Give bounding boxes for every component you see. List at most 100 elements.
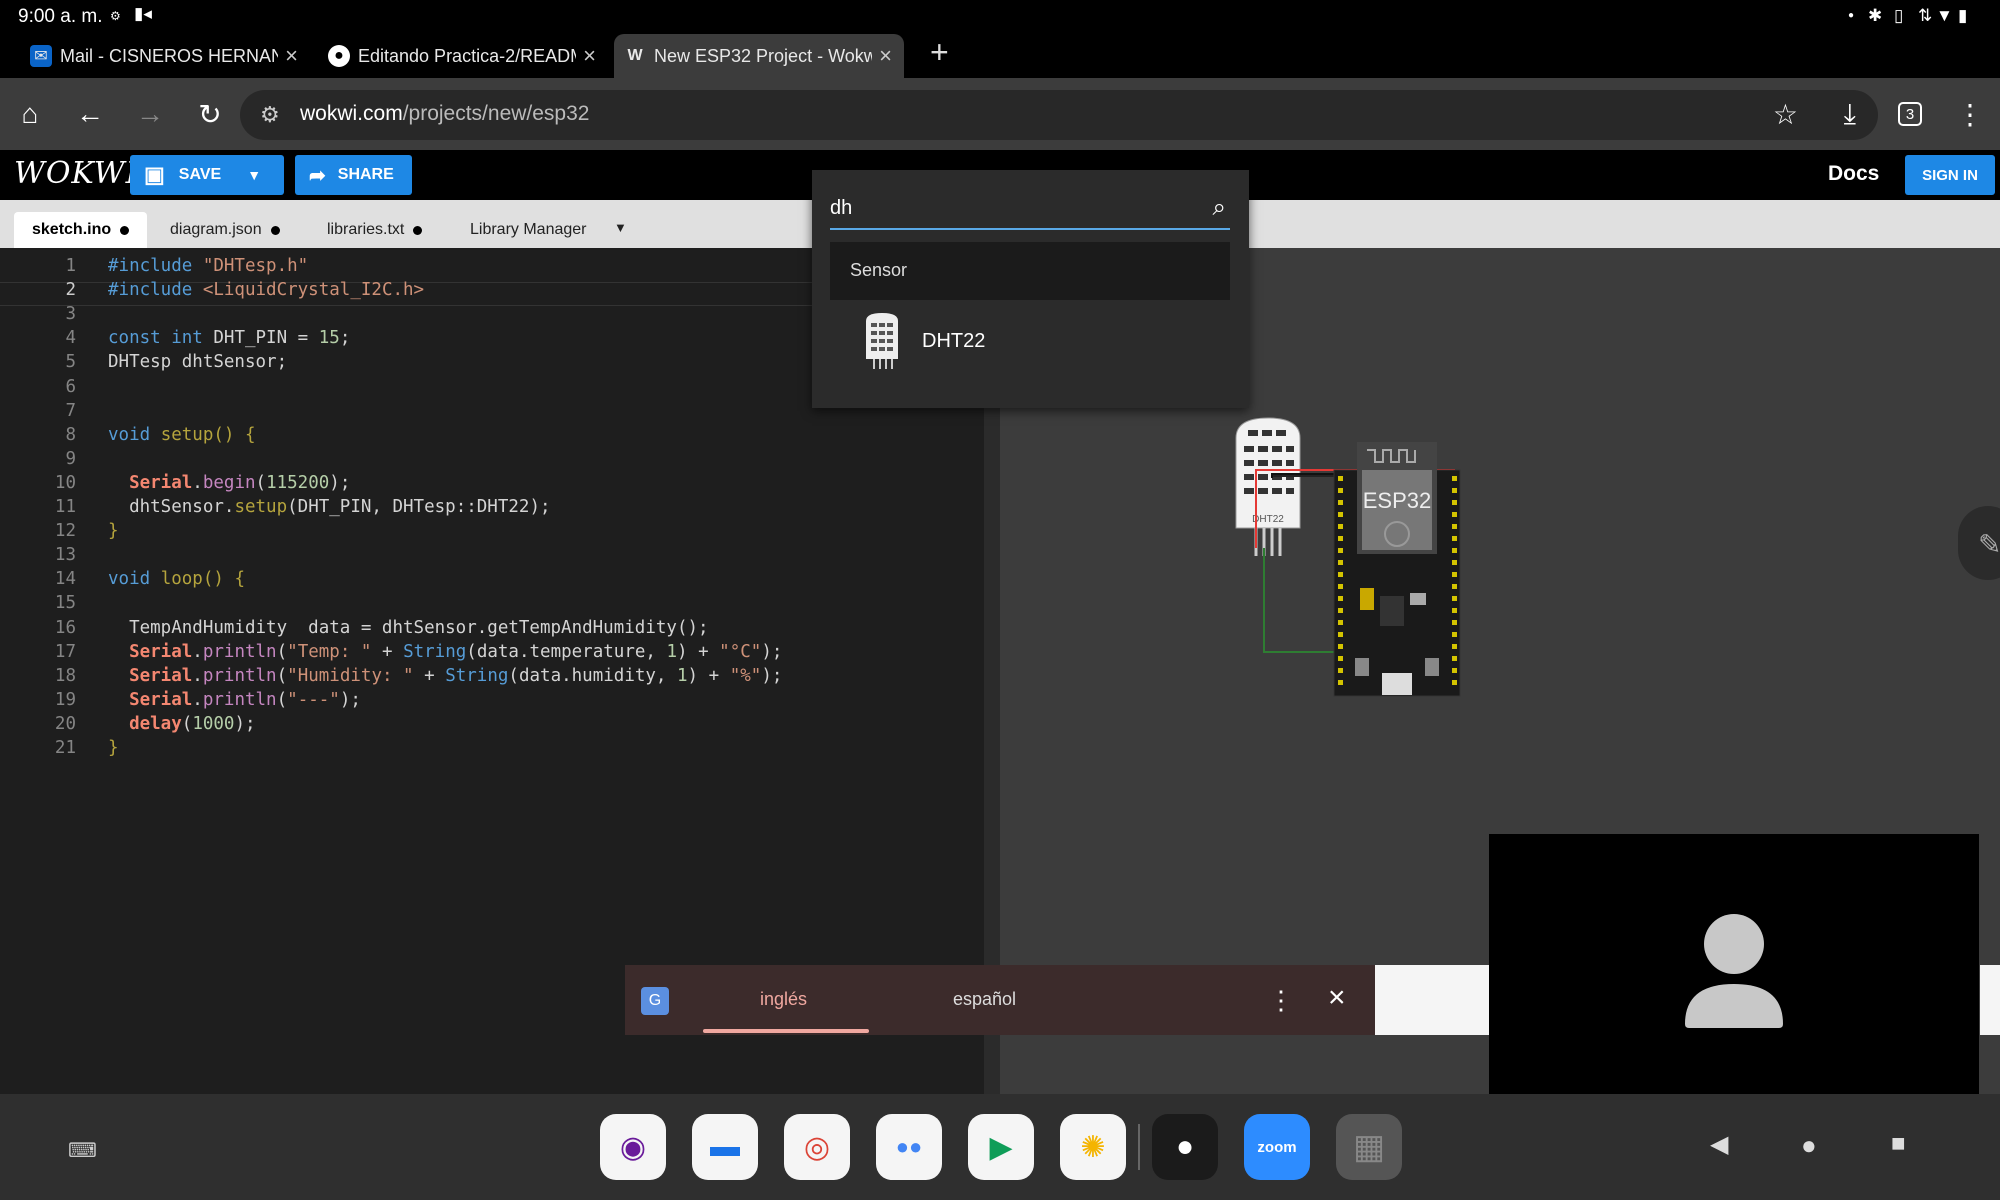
code-line[interactable]: 14 void loop() {	[0, 569, 984, 593]
line-number: 3	[65, 304, 76, 325]
save-button[interactable]: ▣ SAVE ▼	[130, 155, 284, 195]
close-icon[interactable]: ×	[879, 43, 892, 69]
nav-back-icon[interactable]: ◀	[1710, 1130, 1728, 1159]
url-text[interactable]: wokwi.com/projects/new/esp32	[300, 102, 589, 126]
app-drawer-icon[interactable]: ▦	[1336, 1114, 1402, 1180]
unsaved-dot	[270, 225, 280, 235]
code-text: const int DHT_PIN = 15;	[108, 328, 351, 349]
edit-pencil-icon[interactable]: ✎	[1958, 506, 2000, 580]
outlook-icon: ✉	[30, 45, 52, 67]
status-time: 9:00 a. m.	[18, 6, 103, 27]
active-lang-indicator	[703, 1029, 869, 1033]
share-button[interactable]: ➦ SHARE	[295, 155, 412, 195]
chrome-icon[interactable]: ◎	[784, 1114, 850, 1180]
code-line[interactable]: 18 Serial.println("Humidity: " + String(…	[0, 666, 984, 690]
dht22-sensor[interactable]: DHT22	[1235, 417, 1301, 556]
code-line[interactable]: 21}	[0, 738, 984, 762]
code-text: delay(1000);	[129, 713, 256, 734]
tab-sketch[interactable]: sketch.ino	[14, 212, 148, 248]
tab-mail[interactable]: ✉ Mail - CISNEROS HERNANDEZ ×	[20, 34, 310, 78]
code-line[interactable]: 17 Serial.println("Temp: " + String(data…	[0, 642, 984, 666]
browser-toolbar: ⌂ ← → ↻ ⚙ wokwi.com/projects/new/esp32 ☆…	[0, 78, 2000, 150]
wokwi-logo[interactable]: WOKWI	[14, 156, 138, 191]
code-text: DHTesp dhtSensor;	[108, 352, 288, 373]
forward-icon[interactable]: →	[132, 96, 168, 132]
video-camera-icon: ▮◂	[134, 4, 152, 23]
code-line[interactable]: 8 void setup() {	[0, 425, 984, 449]
more-options-icon[interactable]: ⋮	[1268, 985, 1294, 1016]
esp32-board[interactable]: ESP32	[1333, 442, 1461, 697]
photos-icon[interactable]: ✺	[1060, 1114, 1126, 1180]
code-line[interactable]: 15	[0, 593, 984, 617]
url-host: wokwi.com	[300, 102, 403, 125]
code-text: void loop() {	[108, 569, 245, 590]
tab-github[interactable]: ● Editando Practica-2/README ×	[318, 34, 608, 78]
messages-icon[interactable]: ▬	[692, 1114, 758, 1180]
unsaved-dot	[413, 225, 423, 235]
code-line[interactable]: 12}	[0, 521, 984, 545]
bluetooth-icon: ✱	[1868, 6, 1883, 25]
tab-label: sketch.ino	[32, 221, 112, 238]
tab-switcher-button[interactable]: 3	[1892, 96, 1928, 132]
unsaved-dot	[120, 225, 130, 235]
chevron-down-icon[interactable]: ▼	[247, 167, 261, 183]
line-number: 20	[54, 713, 76, 734]
tab-libraries[interactable]: libraries.txt	[309, 212, 440, 248]
code-line[interactable]: 16 TempAndHumidity data = dhtSensor.getT…	[0, 618, 984, 642]
code-text: Serial.begin(115200);	[129, 472, 351, 493]
docs-link[interactable]: Docs	[1828, 162, 1879, 186]
zoom-icon[interactable]: zoom	[1244, 1114, 1310, 1180]
line-number: 9	[65, 448, 76, 469]
code-text: }	[108, 738, 119, 758]
line-number: 19	[54, 689, 76, 710]
code-line[interactable]: 20 delay(1000);	[0, 714, 984, 738]
bookmark-star-icon[interactable]: ☆	[1773, 98, 1798, 131]
notification-dot-icon: ⚙	[110, 9, 121, 23]
dht22-icon	[866, 313, 898, 369]
address-bar[interactable]: ⚙ wokwi.com/projects/new/esp32 ☆ ⤓	[240, 90, 1878, 140]
lang-spanish-tab[interactable]: español	[953, 989, 1016, 1010]
category-sensor: Sensor	[830, 242, 1230, 300]
code-text: TempAndHumidity data = dhtSensor.getTemp…	[108, 617, 709, 638]
github-icon[interactable]: ●	[1152, 1114, 1218, 1180]
line-number: 11	[54, 497, 76, 517]
close-icon[interactable]: ×	[583, 43, 596, 69]
tab-library-manager[interactable]: Library Manager	[452, 212, 605, 248]
tab-diagram[interactable]: diagram.json	[152, 212, 298, 248]
wifi-icon: ▼	[1936, 6, 1953, 25]
code-line[interactable]: 13	[0, 545, 984, 569]
line-number: 14	[54, 569, 76, 590]
nav-home-icon[interactable]: ●	[1801, 1130, 1817, 1161]
part-search-input[interactable]	[830, 190, 1170, 226]
search-icon[interactable]: ⌕	[1213, 194, 1226, 222]
back-icon[interactable]: ←	[72, 96, 108, 132]
home-icon[interactable]: ⌂	[12, 96, 48, 132]
nav-recents-icon[interactable]: ■	[1891, 1130, 1906, 1158]
keyboard-icon[interactable]: ⌨	[68, 1138, 97, 1163]
video-call-tile[interactable]	[1489, 834, 1979, 1094]
play-store-icon[interactable]: ▶	[968, 1114, 1034, 1180]
new-tab-button[interactable]: +	[930, 34, 949, 71]
assistant-icon[interactable]: ●●	[876, 1114, 942, 1180]
add-part-popup: ⌕ Sensor DHT22	[812, 170, 1249, 408]
github-icon: ●	[328, 45, 350, 67]
line-number: 5	[65, 352, 76, 373]
part-result-dht22[interactable]: DHT22	[830, 308, 1230, 374]
code-line[interactable]: 19 Serial.println("---");	[0, 690, 984, 714]
code-line[interactable]: 9	[0, 449, 984, 473]
code-line[interactable]: 11 dhtSensor.setup(DHT_PIN, DHTesp::DHT2…	[0, 497, 984, 521]
close-icon[interactable]: ×	[285, 43, 298, 69]
camera-icon[interactable]: ◉	[600, 1114, 666, 1180]
line-number: 18	[54, 665, 76, 686]
lang-english-tab[interactable]: inglés	[760, 989, 807, 1010]
close-icon[interactable]: ×	[1328, 981, 1346, 1015]
sign-in-button[interactable]: SIGN IN	[1905, 155, 1995, 195]
menu-icon[interactable]: ⋮	[1952, 96, 1988, 132]
site-settings-icon[interactable]: ⚙	[260, 102, 280, 128]
download-icon[interactable]: ⤓	[1844, 98, 1856, 131]
reload-icon[interactable]: ↻	[192, 96, 228, 132]
battery-icon: ▮	[1958, 6, 1968, 25]
more-tabs-dropdown-icon[interactable]: ▼	[614, 220, 627, 235]
tab-wokwi[interactable]: W New ESP32 Project - Wokwi ×	[614, 34, 904, 78]
code-line[interactable]: 10 Serial.begin(115200);	[0, 473, 984, 497]
